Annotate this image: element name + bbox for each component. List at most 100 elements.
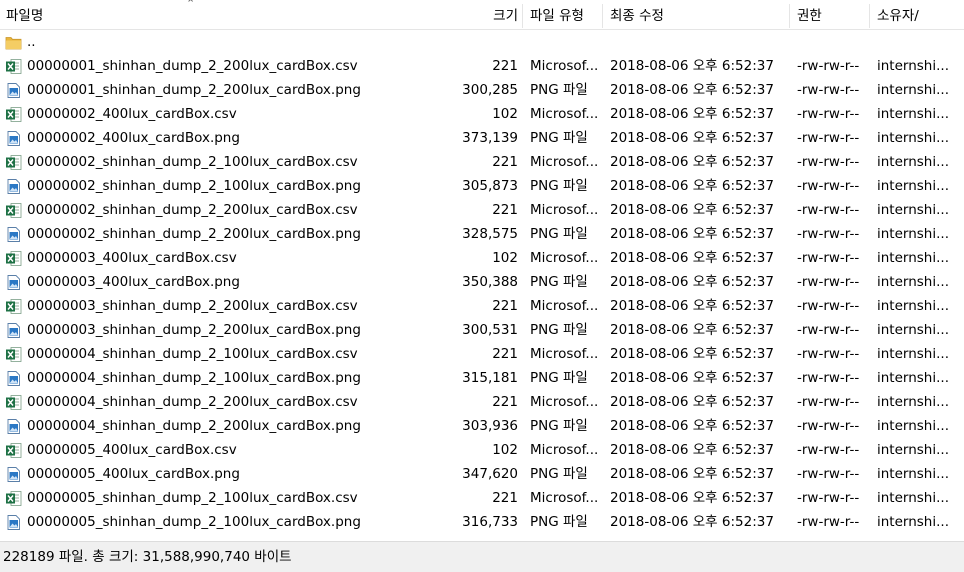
file-name: 00000005_shinhan_dump_2_100lux_cardBox.p… (27, 514, 361, 530)
file-row[interactable]: 00000004_shinhan_dump_2_100lux_cardBox.p… (0, 366, 964, 390)
sort-ascending-icon: ⌃ (186, 0, 196, 10)
file-owner: internshi... (877, 58, 949, 74)
file-row[interactable]: 00000004_shinhan_dump_2_200lux_cardBox.p… (0, 414, 964, 438)
column-header-name[interactable]: 파일명 (6, 0, 186, 30)
file-modified: 2018-08-06 오후 6:52:37 (610, 346, 774, 362)
file-type: PNG 파일 (530, 466, 588, 482)
file-name: 00000005_400lux_cardBox.png (27, 466, 240, 482)
file-size: 303,936 (462, 418, 518, 434)
file-name: 00000001_shinhan_dump_2_200lux_cardBox.c… (27, 58, 358, 74)
file-modified: 2018-08-06 오후 6:52:37 (610, 202, 774, 218)
file-type: PNG 파일 (530, 322, 588, 338)
column-header-size[interactable]: 크기 (430, 0, 518, 30)
file-permissions: -rw-rw-r-- (797, 154, 860, 170)
file-permissions: -rw-rw-r-- (797, 202, 860, 218)
file-row[interactable]: 00000005_shinhan_dump_2_100lux_cardBox.p… (0, 510, 964, 534)
file-size: 305,873 (462, 178, 518, 194)
column-header-owner[interactable]: 소유자/ (877, 0, 957, 30)
file-modified: 2018-08-06 오후 6:52:37 (610, 130, 774, 146)
excel-csv-icon (6, 251, 22, 266)
image-png-icon (7, 371, 20, 386)
file-permissions: -rw-rw-r-- (797, 226, 860, 242)
file-modified: 2018-08-06 오후 6:52:37 (610, 250, 774, 266)
file-size: 221 (492, 346, 518, 362)
file-name: 00000003_400lux_cardBox.csv (27, 250, 237, 266)
file-owner: internshi... (877, 346, 949, 362)
excel-csv-icon (6, 491, 22, 506)
file-name: 00000002_shinhan_dump_2_100lux_cardBox.c… (27, 154, 358, 170)
column-divider[interactable] (789, 4, 790, 28)
file-owner: internshi... (877, 418, 949, 434)
file-row[interactable]: 00000003_shinhan_dump_2_200lux_cardBox.c… (0, 294, 964, 318)
file-permissions: -rw-rw-r-- (797, 106, 860, 122)
file-row[interactable]: 00000003_400lux_cardBox.png 350,388 PNG 파일… (0, 270, 964, 294)
file-row[interactable]: 00000002_shinhan_dump_2_200lux_cardBox.p… (0, 222, 964, 246)
file-name: 00000002_400lux_cardBox.csv (27, 106, 237, 122)
file-type: PNG 파일 (530, 226, 588, 242)
file-owner: internshi... (877, 226, 949, 242)
file-row[interactable]: 00000001_shinhan_dump_2_200lux_cardBox.p… (0, 78, 964, 102)
excel-csv-icon (6, 155, 22, 170)
file-modified: 2018-08-06 오후 6:52:37 (610, 370, 774, 386)
file-row[interactable]: 00000004_shinhan_dump_2_100lux_cardBox.c… (0, 342, 964, 366)
image-png-icon (7, 179, 20, 194)
file-row[interactable]: 00000002_400lux_cardBox.png 373,139 PNG 파일… (0, 126, 964, 150)
file-row[interactable]: 00000001_shinhan_dump_2_200lux_cardBox.c… (0, 54, 964, 78)
file-row[interactable]: 00000003_shinhan_dump_2_200lux_cardBox.p… (0, 318, 964, 342)
file-row[interactable]: 00000002_shinhan_dump_2_100lux_cardBox.p… (0, 174, 964, 198)
file-permissions: -rw-rw-r-- (797, 370, 860, 386)
file-owner: internshi... (877, 322, 949, 338)
partial-row (0, 534, 964, 541)
file-size: 347,620 (462, 466, 518, 482)
folder-icon (5, 37, 22, 50)
file-row[interactable]: 00000002_shinhan_dump_2_200lux_cardBox.c… (0, 198, 964, 222)
file-modified: 2018-08-06 오후 6:52:37 (610, 514, 774, 530)
file-name: 00000005_shinhan_dump_2_100lux_cardBox.c… (27, 490, 358, 506)
file-modified: 2018-08-06 오후 6:52:37 (610, 226, 774, 242)
column-divider[interactable] (602, 4, 603, 28)
excel-csv-icon (6, 203, 22, 218)
column-divider[interactable] (869, 4, 870, 28)
file-row[interactable]: 00000004_shinhan_dump_2_200lux_cardBox.c… (0, 390, 964, 414)
column-header-type[interactable]: 파일 유형 (530, 0, 600, 30)
file-size: 102 (492, 250, 518, 266)
file-type: Microsof... (530, 490, 599, 506)
column-header-modified[interactable]: 최종 수정 (610, 0, 730, 30)
file-permissions: -rw-rw-r-- (797, 394, 860, 410)
file-row[interactable]: 00000002_400lux_cardBox.csv 102 Microsof..… (0, 102, 964, 126)
file-size: 350,388 (462, 274, 518, 290)
file-owner: internshi... (877, 202, 949, 218)
file-name: 00000001_shinhan_dump_2_200lux_cardBox.p… (27, 82, 361, 98)
image-png-icon (7, 467, 20, 482)
file-type: Microsof... (530, 58, 599, 74)
file-name: 00000003_400lux_cardBox.png (27, 274, 240, 290)
parent-directory-label: .. (27, 34, 36, 50)
file-permissions: -rw-rw-r-- (797, 442, 860, 458)
file-row[interactable]: 00000002_shinhan_dump_2_100lux_cardBox.c… (0, 150, 964, 174)
file-owner: internshi... (877, 394, 949, 410)
excel-csv-icon (6, 347, 22, 362)
file-row[interactable]: 00000005_400lux_cardBox.png 347,620 PNG 파일… (0, 462, 964, 486)
file-type: Microsof... (530, 202, 599, 218)
image-png-icon (7, 83, 20, 98)
file-type: Microsof... (530, 394, 599, 410)
file-row[interactable]: 00000005_400lux_cardBox.csv 102 Microsof..… (0, 438, 964, 462)
file-modified: 2018-08-06 오후 6:52:37 (610, 154, 774, 170)
file-owner: internshi... (877, 250, 949, 266)
column-divider[interactable] (522, 4, 523, 28)
file-owner: internshi... (877, 106, 949, 122)
file-modified: 2018-08-06 오후 6:52:37 (610, 322, 774, 338)
file-size: 221 (492, 202, 518, 218)
column-header-permissions[interactable]: 권한 (797, 0, 857, 30)
file-name: 00000004_shinhan_dump_2_200lux_cardBox.c… (27, 394, 358, 410)
excel-csv-icon (6, 299, 22, 314)
parent-directory-row[interactable]: .. (0, 30, 964, 54)
file-row[interactable]: 00000005_shinhan_dump_2_100lux_cardBox.c… (0, 486, 964, 510)
file-row[interactable]: 00000003_400lux_cardBox.csv 102 Microsof..… (0, 246, 964, 270)
file-type: PNG 파일 (530, 178, 588, 194)
file-size: 221 (492, 58, 518, 74)
status-bar: 228189 파일. 총 크기: 31,588,990,740 바이트 (0, 541, 964, 572)
file-permissions: -rw-rw-r-- (797, 466, 860, 482)
excel-csv-icon (6, 107, 22, 122)
file-size: 221 (492, 490, 518, 506)
